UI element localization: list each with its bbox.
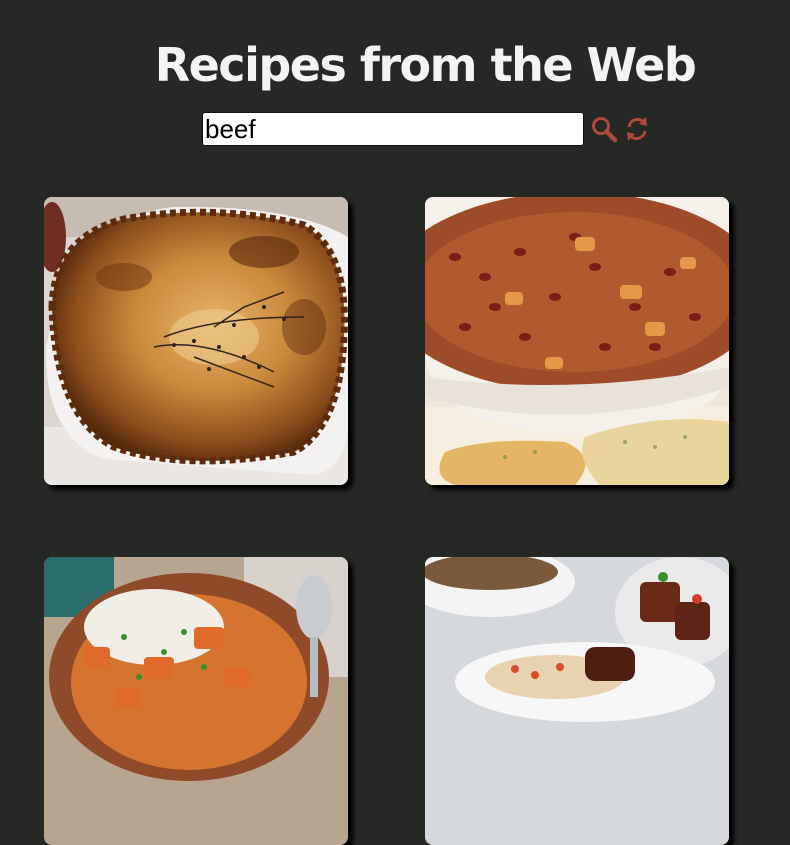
recipe-card[interactable] (425, 557, 729, 845)
bean-soup-image (425, 197, 729, 485)
page-title: Recipes from the Web (154, 38, 697, 92)
recipe-card[interactable] (425, 197, 729, 485)
braised-beef-plate-image (425, 557, 729, 845)
pot-pie-image (44, 197, 348, 485)
search-input[interactable] (202, 112, 584, 146)
recipe-card[interactable] (44, 197, 348, 485)
beef-stew-with-rice-image (44, 557, 348, 845)
refresh-icon[interactable] (622, 114, 652, 144)
recipe-card[interactable] (44, 557, 348, 845)
search-icon[interactable] (589, 114, 619, 144)
